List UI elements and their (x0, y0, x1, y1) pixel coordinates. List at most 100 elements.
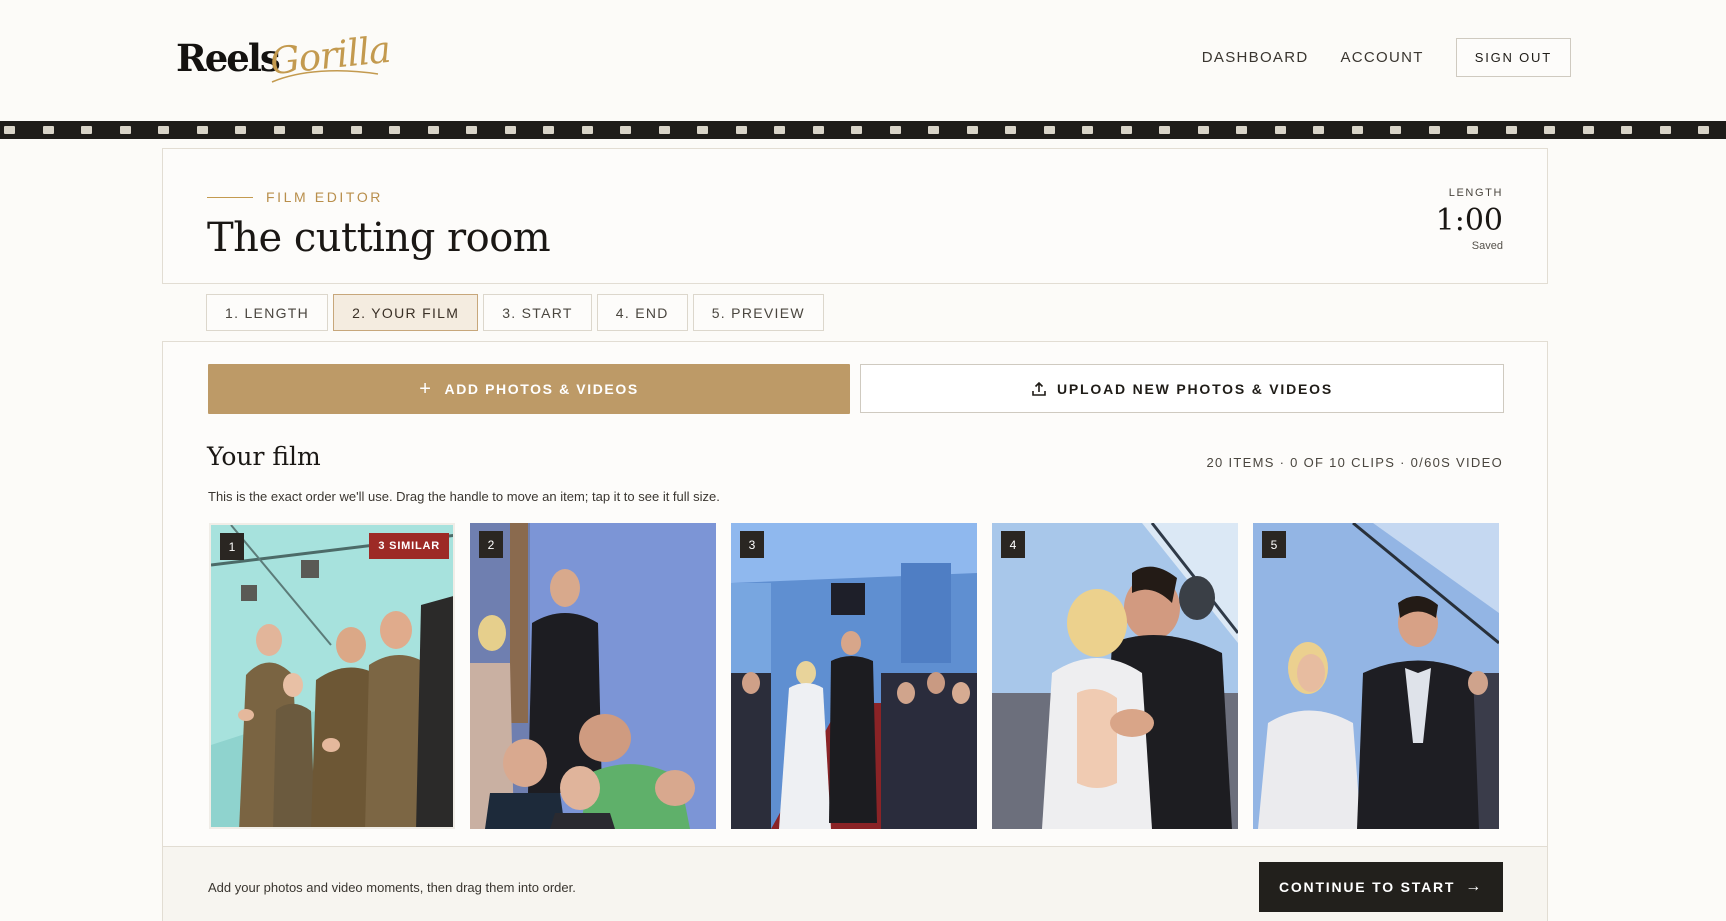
film-item[interactable]: 4 (992, 523, 1238, 829)
arrow-right-icon: → (1465, 878, 1484, 895)
film-sprocket-hole (1621, 126, 1632, 134)
length-summary: LENGTH 1:00 Saved (1436, 187, 1503, 252)
film-sprocket-hole (273, 126, 285, 134)
logo-swoosh-icon (271, 69, 379, 83)
add-button-label: ADD PHOTOS & VIDEOS (444, 381, 639, 397)
saved-status: Saved (1471, 240, 1503, 252)
photo-groom-entrance-icon (470, 523, 716, 829)
film-item[interactable]: 5 (1253, 523, 1499, 829)
film-sprocket-hole (1582, 126, 1594, 134)
logo-wordmark-reels: Reels (176, 36, 281, 80)
eyebrow-rule (207, 196, 253, 198)
film-sprocket-hole (466, 126, 477, 134)
film-sprocket-hole (389, 126, 400, 134)
film-sprocket-hole (42, 126, 54, 134)
tab-your-film[interactable]: 2. YOUR FILM (333, 294, 479, 331)
film-sprocket-hole (1005, 126, 1016, 134)
tab-preview[interactable]: 5. PREVIEW (692, 294, 824, 331)
film-sprocket-hole (196, 126, 208, 134)
photo-aisle-walk-icon (731, 523, 977, 829)
editor-header-card: FILM EDITOR The cutting room LENGTH 1:00… (162, 148, 1548, 284)
helper-text: This is the exact order we'll use. Drag … (208, 489, 720, 504)
film-sprocket-hole (658, 126, 670, 134)
film-sprocket-hole (1428, 126, 1440, 134)
site-header: Reels Gorilla DASHBOARD ACCOUNT SIGN OUT (0, 0, 1726, 121)
item-number[interactable]: 5 (1262, 531, 1286, 558)
add-photos-videos-button[interactable]: + ADD PHOTOS & VIDEOS (208, 364, 850, 414)
film-sprocket-hole (235, 126, 246, 134)
film-sprocket-hole (543, 126, 554, 134)
film-sprocket-hole (851, 126, 862, 134)
upload-icon (1032, 381, 1046, 396)
film-sprocket-hole (889, 126, 901, 134)
film-sprocket-hole (928, 126, 939, 134)
film-sprocket-hole (581, 126, 593, 134)
film-sprocket-hole (1120, 126, 1132, 134)
film-counts: 20 ITEMS · 0 OF 10 CLIPS · 0/60S VIDEO (1206, 455, 1503, 470)
tab-length[interactable]: 1. LENGTH (206, 294, 329, 331)
film-sprocket-hole (4, 126, 15, 134)
top-nav: DASHBOARD ACCOUNT SIGN OUT (1202, 38, 1571, 77)
film-sprocket-hole (1698, 126, 1709, 134)
film-sprocket-hole (1467, 126, 1478, 134)
item-number[interactable]: 3 (740, 531, 764, 558)
film-sprocket-hole (1159, 126, 1170, 134)
step-tabs: 1. LENGTH 2. YOUR FILM 3. START 4. END 5… (206, 294, 829, 331)
photo-kiss-icon (992, 523, 1238, 829)
film-sprocket-hole (1274, 126, 1286, 134)
continue-to-start-button[interactable]: CONTINUE TO START → (1259, 862, 1503, 912)
film-sprocket-hole (1082, 126, 1093, 134)
page-title: The cutting room (207, 215, 551, 261)
film-sprocket-hole (81, 126, 92, 134)
upload-button-label: UPLOAD NEW PHOTOS & VIDEOS (1056, 380, 1333, 397)
film-strip-divider (0, 121, 1726, 139)
continue-button-label: CONTINUE TO START (1278, 879, 1456, 895)
footer-hint: Add your photos and video moments, then … (208, 880, 576, 895)
film-card: + ADD PHOTOS & VIDEOS UPLOAD NEW PHOTOS … (162, 341, 1548, 921)
footer-action-bar: Add your photos and video moments, then … (162, 846, 1548, 921)
item-number[interactable]: 2 (479, 531, 503, 558)
section-title: Your film (207, 442, 321, 471)
film-sprocket-hole (774, 126, 785, 134)
film-item[interactable]: 1 3 SIMILAR (209, 523, 455, 829)
nav-dashboard-link[interactable]: DASHBOARD (1202, 49, 1309, 66)
item-number[interactable]: 4 (1001, 531, 1025, 558)
film-sprocket-hole (812, 126, 824, 134)
film-sprocket-hole (620, 126, 631, 134)
film-sprocket-hole (1351, 126, 1363, 134)
film-sprocket-hole (350, 126, 362, 134)
film-item[interactable]: 3 (731, 523, 977, 829)
film-sprocket-hole (697, 126, 708, 134)
length-label: LENGTH (1448, 187, 1503, 199)
film-sprocket-hole (1505, 126, 1517, 134)
sign-out-button[interactable]: SIGN OUT (1455, 38, 1571, 77)
film-sprocket-hole (119, 126, 131, 134)
tab-start[interactable]: 3. START (483, 294, 592, 331)
nav-account-link[interactable]: ACCOUNT (1340, 49, 1423, 66)
film-sprocket-hole (1544, 126, 1555, 134)
film-sprocket-hole (1236, 126, 1247, 134)
film-sprocket-hole (312, 126, 323, 134)
film-sprocket-hole (504, 126, 516, 134)
film-sprocket-hole (735, 126, 747, 134)
photo-groomsmen-icon (211, 525, 453, 827)
film-sprocket-hole (427, 126, 439, 134)
film-sprocket-hole (1313, 126, 1324, 134)
item-number[interactable]: 1 (220, 533, 244, 560)
eyebrow-label: FILM EDITOR (266, 189, 384, 205)
film-sprocket-hole (1659, 126, 1671, 134)
film-sprocket-hole (1390, 126, 1401, 134)
photo-couple-icon (1253, 523, 1499, 829)
plus-icon: + (419, 377, 433, 400)
reels-gorilla-logo[interactable]: Reels Gorilla (176, 28, 396, 90)
tab-end[interactable]: 4. END (596, 294, 688, 331)
eyebrow: FILM EDITOR (207, 189, 383, 205)
similar-badge[interactable]: 3 SIMILAR (369, 533, 449, 559)
film-sprocket-hole (158, 126, 169, 134)
film-item[interactable]: 2 (470, 523, 716, 829)
film-sprocket-hole (1197, 126, 1209, 134)
film-items-grid: 1 3 SIMILAR 2 3 4 5 (209, 523, 1514, 829)
film-sprocket-hole (966, 126, 978, 134)
upload-photos-videos-button[interactable]: UPLOAD NEW PHOTOS & VIDEOS (860, 364, 1504, 413)
length-value: 1:00 (1435, 203, 1503, 238)
